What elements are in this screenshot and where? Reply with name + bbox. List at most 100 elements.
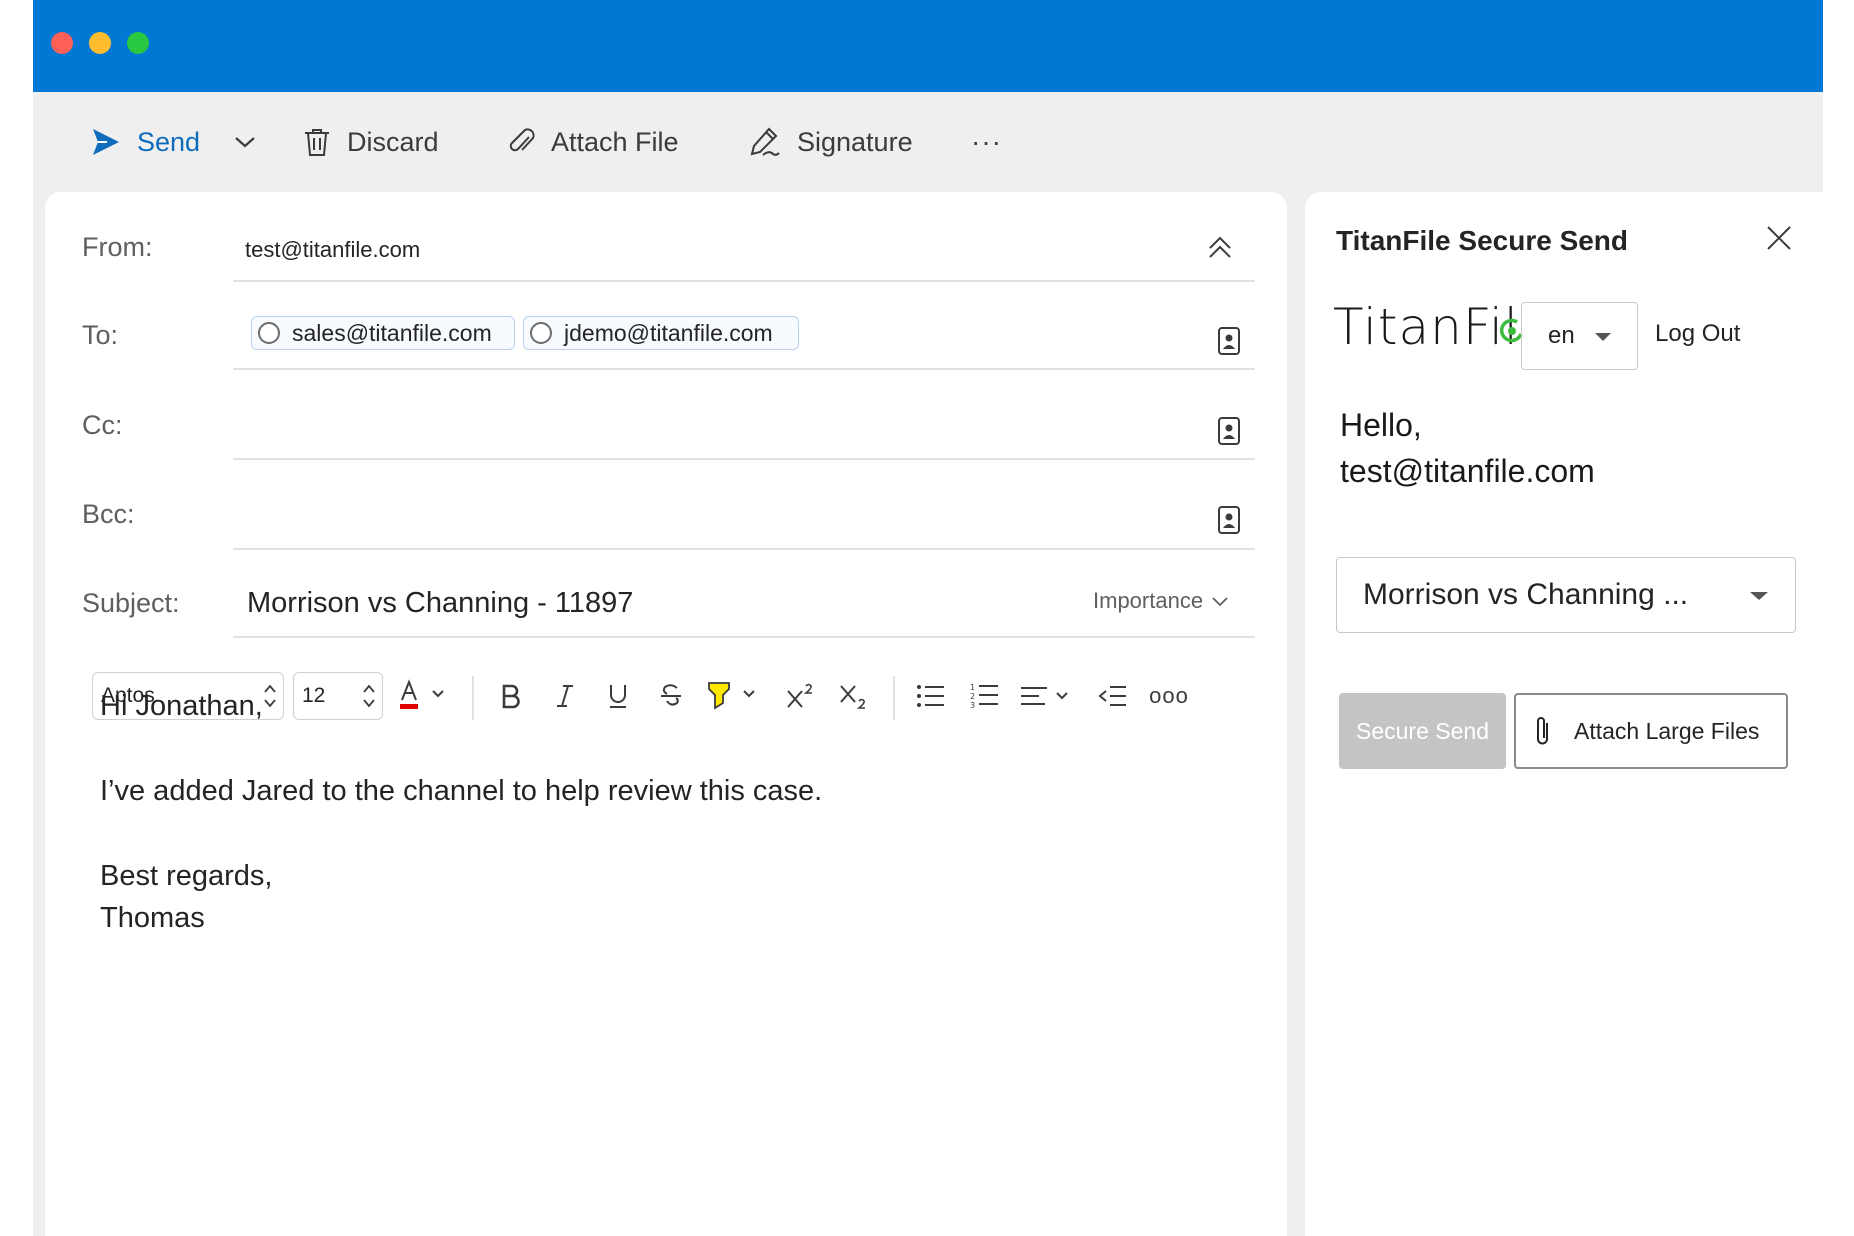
send-label: Send: [137, 126, 201, 157]
pen-signature-icon: [750, 127, 780, 156]
to-label: To:: [82, 320, 119, 350]
case-channel-value: Morrison vs Channing ...: [1363, 578, 1689, 611]
subject-divider: [233, 636, 1255, 638]
body-line[interactable]: Best regards,: [100, 860, 272, 893]
body-line[interactable]: I’ve added Jared to the channel to help …: [100, 775, 822, 808]
subject-field[interactable]: Morrison vs Channing - 11897: [247, 587, 633, 620]
mail-window: Send Discard Attach File Signature ··· F…: [33, 0, 1823, 1236]
attach-file-label: Attach File: [551, 126, 679, 157]
up-down-arrows-icon: [363, 684, 375, 708]
numbered-list-icon: 1 2 3: [970, 683, 998, 710]
recipient-chip[interactable]: sales@titanfile.com: [251, 316, 515, 350]
superscript-button[interactable]: [780, 672, 820, 720]
italic-icon: [557, 685, 573, 707]
numbered-list-button[interactable]: 1 2 3: [965, 672, 1005, 720]
discard-button[interactable]: Discard: [303, 92, 439, 192]
close-icon[interactable]: [1765, 224, 1793, 252]
close-window-button[interactable]: [51, 32, 73, 54]
chevron-down-icon: [1212, 597, 1228, 607]
secure-send-button[interactable]: Secure Send: [1339, 693, 1506, 769]
title-bar: [33, 0, 1823, 92]
attach-file-button[interactable]: Attach File: [509, 92, 679, 192]
recipient-chip[interactable]: jdemo@titanfile.com: [523, 316, 799, 350]
bcc-label: Bcc:: [82, 499, 135, 529]
strikethrough-button[interactable]: [651, 672, 691, 720]
recipient-email: sales@titanfile.com: [292, 319, 492, 346]
greeting-text: Hello,: [1340, 407, 1422, 443]
font-color-button[interactable]: [395, 672, 455, 720]
toolbar-separator: [472, 676, 474, 720]
recipient-email: jdemo@titanfile.com: [564, 319, 773, 346]
more-options-label: ···: [971, 126, 1002, 157]
cc-label: Cc:: [82, 410, 123, 440]
body-line[interactable]: Hi Jonathan,: [100, 690, 263, 723]
svg-text:1: 1: [970, 683, 975, 692]
font-color-icon: [400, 679, 444, 709]
attach-large-files-label: Attach Large Files: [1574, 717, 1760, 744]
subscript-button[interactable]: [833, 672, 873, 720]
signature-label: Signature: [797, 126, 913, 157]
underline-icon: [610, 685, 626, 708]
outdent-icon: [1098, 686, 1126, 706]
superscript-icon: [787, 683, 812, 708]
from-label: From:: [82, 232, 153, 262]
case-channel-select[interactable]: Morrison vs Channing ...: [1336, 557, 1796, 633]
maximize-window-button[interactable]: [127, 32, 149, 54]
caret-down-icon: [1595, 333, 1611, 341]
font-size-value: 12: [302, 684, 326, 707]
highlighter-icon: [708, 682, 755, 710]
caret-down-icon: [1750, 592, 1768, 600]
more-formatting-label: ooo: [1149, 683, 1189, 708]
address-book-icon[interactable]: [1217, 416, 1241, 446]
up-down-arrows-icon: [264, 684, 276, 708]
importance-label: Importance: [1093, 588, 1204, 613]
underline-button[interactable]: [598, 672, 638, 720]
compose-toolbar: Send Discard Attach File Signature ···: [33, 92, 1823, 192]
importance-dropdown[interactable]: Importance: [1093, 588, 1229, 614]
chevron-down-icon: [235, 137, 255, 148]
language-select[interactable]: en: [1521, 302, 1638, 370]
subscript-icon: [840, 685, 865, 709]
recipient-status-icon: [258, 322, 280, 344]
body-line[interactable]: Thomas: [100, 902, 205, 935]
font-size-select[interactable]: 12: [293, 672, 383, 720]
minimize-window-button[interactable]: [89, 32, 111, 54]
cc-divider: [233, 458, 1255, 460]
more-formatting-button[interactable]: ooo: [1147, 672, 1191, 720]
signature-button[interactable]: Signature: [749, 92, 913, 192]
collapse-up-icon[interactable]: [1205, 232, 1235, 262]
language-value: en: [1548, 322, 1575, 349]
svg-text:3: 3: [970, 701, 975, 710]
from-divider: [233, 280, 1255, 282]
to-divider: [233, 368, 1255, 370]
bold-button[interactable]: [491, 672, 531, 720]
address-book-icon[interactable]: [1217, 505, 1241, 535]
titanfile-addin-pane: TitanFile Secure Send TitanFil en Log Ou…: [1305, 192, 1823, 1236]
recipient-status-icon: [530, 322, 552, 344]
greeting: Hello, test@titanfile.com: [1340, 402, 1595, 494]
highlight-button[interactable]: [703, 672, 763, 720]
send-button[interactable]: Send: [91, 92, 200, 192]
bullet-list-icon: [917, 685, 944, 707]
address-book-icon[interactable]: [1217, 326, 1241, 356]
send-icon: [93, 129, 119, 155]
svg-text:2: 2: [970, 692, 975, 701]
attach-large-files-button[interactable]: Attach Large Files: [1514, 693, 1788, 769]
trash-icon: [305, 129, 329, 156]
subject-label: Subject:: [82, 588, 180, 618]
decrease-indent-button[interactable]: [1093, 672, 1133, 720]
italic-button[interactable]: [545, 672, 585, 720]
paperclip-icon: [509, 128, 535, 152]
logout-link[interactable]: Log Out: [1655, 320, 1740, 348]
bcc-divider: [233, 548, 1255, 550]
align-button[interactable]: [1017, 672, 1077, 720]
from-field[interactable]: test@titanfile.com: [245, 237, 420, 263]
send-options-button[interactable]: [233, 92, 257, 192]
compose-panel: From: test@titanfile.com To: sales@titan…: [45, 192, 1287, 1236]
bold-icon: [502, 684, 520, 709]
discard-label: Discard: [347, 126, 439, 157]
bullet-list-button[interactable]: [911, 672, 951, 720]
more-options-button[interactable]: ···: [971, 92, 1002, 192]
titanfile-logo: TitanFil: [1333, 298, 1523, 356]
toolbar-separator: [893, 676, 895, 720]
